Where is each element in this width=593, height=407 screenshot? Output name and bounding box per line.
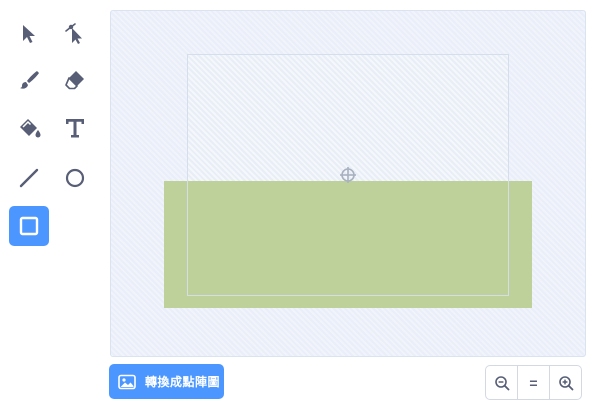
circle-icon bbox=[65, 168, 85, 188]
crosshair-icon bbox=[340, 167, 356, 183]
zoom-reset-label: = bbox=[529, 374, 538, 391]
zoom-out-icon bbox=[494, 375, 509, 390]
fill-tool[interactable] bbox=[9, 108, 49, 148]
image-icon bbox=[118, 374, 136, 389]
line-tool[interactable] bbox=[9, 158, 49, 198]
zoom-in-icon bbox=[558, 375, 573, 390]
eraser-tool[interactable] bbox=[55, 60, 95, 100]
reshape-tool[interactable] bbox=[55, 14, 95, 54]
fill-bucket-icon bbox=[20, 119, 41, 138]
circle-tool[interactable] bbox=[55, 158, 95, 198]
brush-icon bbox=[20, 71, 39, 89]
convert-to-bitmap-label: 轉換成點陣圖 bbox=[145, 375, 221, 389]
zoom-in-button[interactable] bbox=[550, 366, 581, 399]
zoom-out-button[interactable] bbox=[486, 366, 518, 399]
reshape-arrow-icon bbox=[65, 23, 82, 44]
select-tool[interactable] bbox=[9, 14, 49, 54]
rectangle-icon bbox=[19, 216, 39, 236]
zoom-reset-button[interactable]: = bbox=[518, 366, 550, 399]
rectangle-tool[interactable] bbox=[9, 206, 49, 246]
paint-canvas[interactable] bbox=[110, 10, 586, 357]
convert-to-bitmap-button[interactable]: 轉換成點陣圖 bbox=[109, 364, 224, 399]
select-arrow-icon bbox=[23, 25, 35, 43]
zoom-controls: = bbox=[485, 365, 582, 400]
line-icon bbox=[19, 168, 39, 188]
text-icon bbox=[66, 119, 84, 138]
text-tool[interactable] bbox=[55, 108, 95, 148]
rectangle-shape[interactable] bbox=[164, 181, 532, 308]
brush-tool[interactable] bbox=[9, 60, 49, 100]
eraser-icon bbox=[65, 71, 84, 90]
